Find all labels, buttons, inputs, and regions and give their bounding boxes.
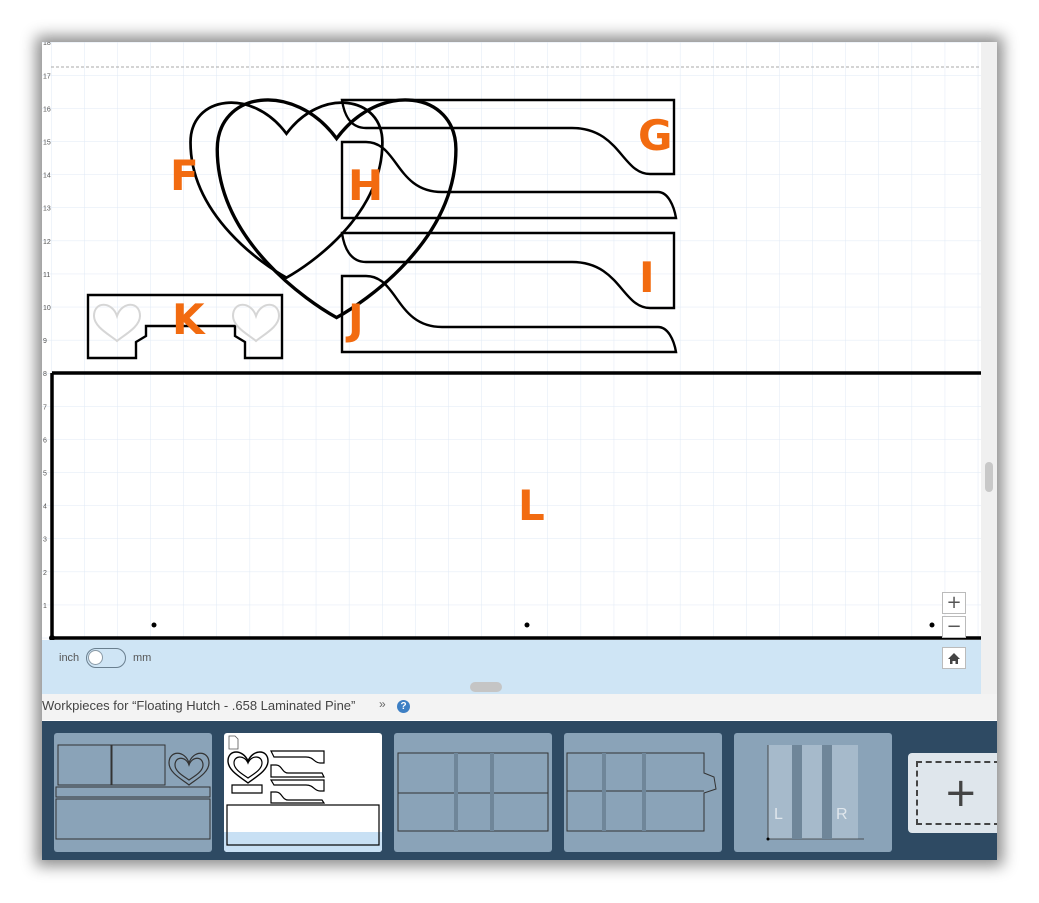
y-tick-label: 14 <box>43 173 51 180</box>
y-tick-label: 9 <box>43 338 47 345</box>
design-canvas[interactable]: 123456789101112131415161718 123456789101… <box>42 42 997 694</box>
unit-mm-label: mm <box>133 652 152 664</box>
y-tick-label: 15 <box>43 140 51 147</box>
label-J: J <box>345 295 364 344</box>
y-tick-label: 17 <box>43 73 51 80</box>
thumbnail-4-preview <box>566 752 717 832</box>
unit-toggle[interactable] <box>86 648 126 668</box>
label-G: G <box>638 111 672 160</box>
workpieces-tray: L R + <box>42 721 997 860</box>
workpieces-title: Workpieces for “Floating Hutch - .658 La… <box>42 698 356 713</box>
y-tick-label: 13 <box>43 206 51 213</box>
design-svg[interactable]: 123456789101112131415161718 123456789101… <box>42 42 981 694</box>
y-tick-label: 10 <box>43 305 51 312</box>
y-tick-label: 16 <box>43 106 51 113</box>
zoom-out-button[interactable]: − <box>942 616 966 638</box>
unit-inch-label: inch <box>59 652 80 664</box>
y-tick-label: 7 <box>43 404 47 411</box>
y-tick-label: 8 <box>43 371 47 378</box>
y-tick-label: 2 <box>43 570 47 577</box>
thumbnail-2-preview <box>226 735 380 846</box>
zoom-in-button[interactable]: + <box>942 592 966 614</box>
plus-icon: + <box>944 770 978 816</box>
label-I: I <box>639 253 655 302</box>
app-window: 123456789101112131415161718 123456789101… <box>42 42 997 860</box>
label-F: F <box>170 151 199 200</box>
workpiece-thumbnail-1[interactable] <box>54 733 212 852</box>
workpiece-thumbnail-3[interactable] <box>394 733 552 852</box>
vertical-scrollbar[interactable] <box>981 42 997 694</box>
y-tick-label: 12 <box>43 239 51 246</box>
workpiece-thumbnail-4[interactable] <box>564 733 722 852</box>
splitter-handle[interactable] <box>470 682 502 692</box>
thumbnail-5-preview: L R <box>766 745 864 841</box>
y-tick-label: 1 <box>43 603 47 610</box>
y-tick-label: 5 <box>43 471 47 478</box>
thumbnail-5-label-L: L <box>774 806 783 823</box>
y-tick-label: 4 <box>43 504 47 511</box>
chevron-down-icon[interactable]: » <box>379 697 386 711</box>
home-button[interactable] <box>942 647 966 669</box>
label-K: K <box>172 295 206 344</box>
y-tick-label: 6 <box>43 437 47 444</box>
unit-bar <box>42 640 981 694</box>
workpiece-thumbnail-5[interactable]: L R <box>734 733 892 852</box>
home-icon <box>948 653 960 664</box>
thumbnail-5-label-R: R <box>836 806 848 823</box>
thumbnail-1-preview <box>55 744 211 840</box>
y-tick-label: 18 <box>43 42 51 47</box>
y-tick-label: 11 <box>43 272 50 279</box>
thumbnail-3-preview <box>397 752 549 832</box>
add-workpiece-button[interactable]: + <box>908 753 997 833</box>
y-tick-label: 3 <box>43 537 47 544</box>
help-icon[interactable]: ? <box>397 700 410 713</box>
workpiece-thumbnail-2[interactable] <box>224 733 382 852</box>
label-L: L <box>518 481 545 530</box>
vertical-scrollbar-thumb[interactable] <box>985 462 993 492</box>
unit-toggle-knob[interactable] <box>88 650 103 665</box>
label-H: H <box>348 161 383 210</box>
